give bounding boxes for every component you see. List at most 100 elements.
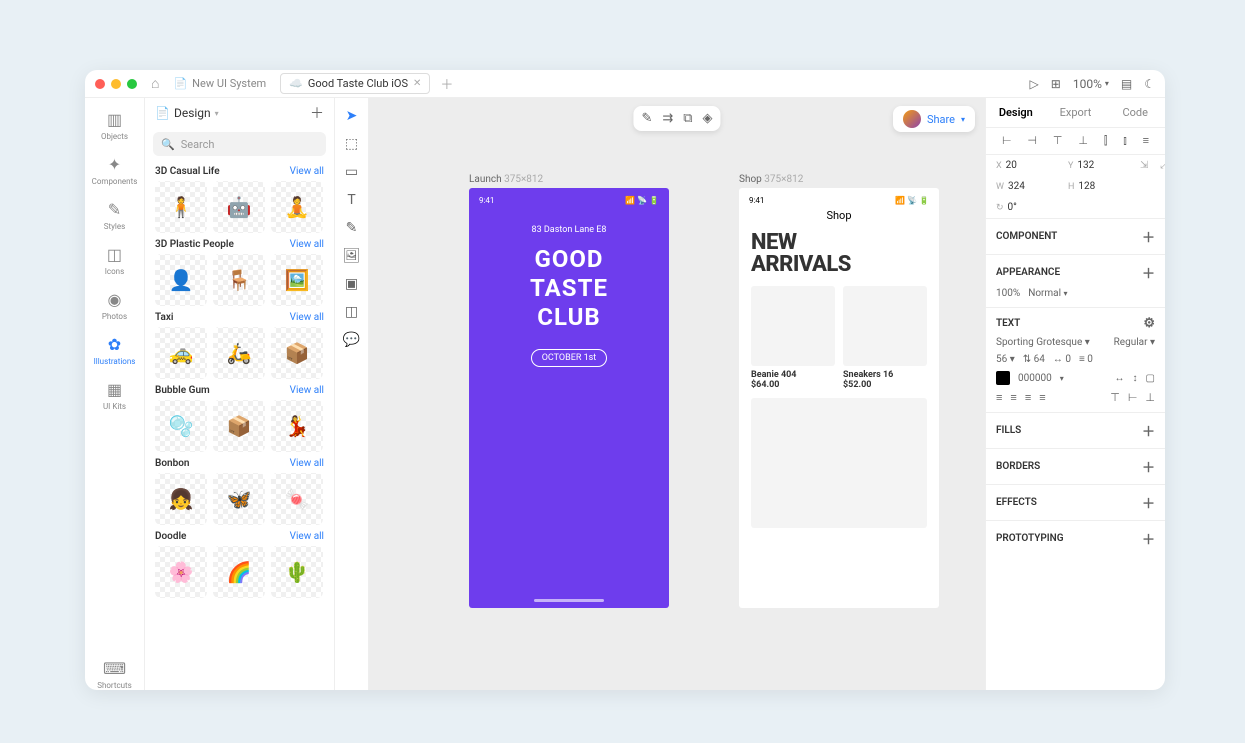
thumbnail[interactable]: 🪑 <box>213 254 265 306</box>
frame-label[interactable]: Launch 375×812 <box>469 174 543 185</box>
search-input[interactable]: 🔍 Search <box>153 132 326 156</box>
comment-tool-icon[interactable]: 💬 <box>343 332 360 348</box>
font-size-field[interactable]: 56 ▾ <box>996 354 1015 365</box>
align-middle-icon[interactable]: ⫿ <box>1104 134 1108 148</box>
fixed-size-icon[interactable]: ▢ <box>1146 373 1155 384</box>
tab-active[interactable]: ☁️ Good Taste Club iOS ✕ <box>280 73 430 94</box>
rail-icons[interactable]: ◫Icons <box>105 245 124 276</box>
resize-icon[interactable]: ⤢ <box>1160 160 1165 171</box>
view-all-link[interactable]: View all <box>290 166 324 177</box>
panel-icon[interactable]: ▤ <box>1121 77 1132 91</box>
thumbnail[interactable]: 📦 <box>213 400 265 452</box>
new-tab-icon[interactable]: ＋ <box>440 74 453 93</box>
thumbnail[interactable]: 📦 <box>271 327 323 379</box>
thumbnail[interactable]: 🌸 <box>155 546 207 598</box>
rotation-field[interactable]: ↻0° <box>996 202 1056 213</box>
tab-inactive[interactable]: 📄 New UI System <box>165 74 274 93</box>
y-field[interactable]: Y132 <box>1068 160 1128 171</box>
minimize-window[interactable] <box>111 79 121 89</box>
rail-styles[interactable]: ✎Styles <box>104 200 125 231</box>
dark-mode-icon[interactable]: ☾ <box>1144 77 1155 91</box>
distribute-icon[interactable]: ≡ <box>1143 134 1149 148</box>
font-weight[interactable]: Regular ▾ <box>1114 337 1155 348</box>
text-align-right-icon[interactable]: ≡ <box>1025 391 1031 404</box>
artboard-launch[interactable]: 9:41📶 📡 🔋 83 Daston Lane E8 GOODTASTECLU… <box>469 188 669 608</box>
zoom-control[interactable]: 100% ▾ <box>1073 77 1109 91</box>
add-fill-icon[interactable]: ＋ <box>1142 421 1155 440</box>
thumbnail[interactable]: 🛵 <box>213 327 265 379</box>
thumbnail[interactable]: 🌵 <box>271 546 323 598</box>
rect-tool-icon[interactable]: ▭ <box>345 164 358 180</box>
share-button[interactable]: Share▾ <box>893 106 975 132</box>
paragraph-spacing-field[interactable]: ≡ 0 <box>1079 354 1093 365</box>
grid-icon[interactable]: ⊞ <box>1051 77 1061 91</box>
thumbnail[interactable]: 👧 <box>155 473 207 525</box>
thumbnail[interactable]: 🌈 <box>213 546 265 598</box>
canvas[interactable]: ✎ ⇉ ⧉ ◈ Share▾ Launch 375×812 9:41📶 📡 🔋 … <box>369 98 985 690</box>
add-effect-icon[interactable]: ＋ <box>1142 493 1155 512</box>
view-all-link[interactable]: View all <box>290 385 324 396</box>
line-height-field[interactable]: ⇅ 64 <box>1023 354 1045 365</box>
boolean-tool-icon[interactable]: ◫ <box>345 304 358 320</box>
auto-width-icon[interactable]: ↔ <box>1115 373 1125 384</box>
mask-icon[interactable]: ◈ <box>703 111 713 126</box>
image-tool-icon[interactable]: 🖼 <box>343 248 361 264</box>
rail-components[interactable]: ✦Components <box>92 155 138 186</box>
frame-label[interactable]: Shop 375×812 <box>739 174 803 185</box>
view-all-link[interactable]: View all <box>290 312 324 323</box>
add-prototype-icon[interactable]: ＋ <box>1142 529 1155 548</box>
text-settings-icon[interactable]: ⚙ <box>1143 316 1155 331</box>
text-align-left-icon[interactable]: ≡ <box>996 391 1002 404</box>
align-left-icon[interactable]: ⊢ <box>1002 134 1012 148</box>
add-page-icon[interactable]: ＋ <box>310 103 324 123</box>
h-field[interactable]: H128 <box>1068 181 1128 192</box>
text-align-center-icon[interactable]: ≡ <box>1010 391 1016 404</box>
thumbnail[interactable]: 🧍 <box>155 181 207 233</box>
align-icon[interactable]: ⇉ <box>662 111 673 126</box>
thumbnail[interactable]: 💃 <box>271 400 323 452</box>
valign-bottom-icon[interactable]: ⊥ <box>1145 391 1155 404</box>
color-value[interactable]: 000000 <box>1018 373 1052 384</box>
frame-tool-icon[interactable]: ⬚ <box>345 136 358 152</box>
thumbnail[interactable]: 👤 <box>155 254 207 306</box>
color-swatch[interactable] <box>996 371 1010 385</box>
valign-middle-icon[interactable]: ⊢ <box>1128 391 1138 404</box>
play-icon[interactable]: ▷ <box>1030 77 1039 91</box>
rail-illustrations[interactable]: ✿Illustrations <box>94 335 136 366</box>
font-family[interactable]: Sporting Grotesque ▾ <box>996 337 1090 348</box>
align-top-icon[interactable]: ⊥ <box>1078 134 1088 148</box>
thumbnail[interactable]: 🦋 <box>213 473 265 525</box>
add-component-icon[interactable]: ＋ <box>1142 227 1155 246</box>
add-border-icon[interactable]: ＋ <box>1142 457 1155 476</box>
page-selector[interactable]: 📄 Design ▾ <box>155 106 219 120</box>
letter-spacing-field[interactable]: ↔ 0 <box>1053 354 1071 365</box>
align-center-icon[interactable]: ⊣ <box>1027 134 1037 148</box>
x-field[interactable]: X20 <box>996 160 1056 171</box>
text-tool-icon[interactable]: T <box>347 192 355 208</box>
close-window[interactable] <box>95 79 105 89</box>
thumbnail[interactable]: 🍬 <box>271 473 323 525</box>
constraints-icon[interactable]: ⇲ <box>1140 160 1148 171</box>
tab-design[interactable]: Design <box>986 98 1046 127</box>
close-tab-icon[interactable]: ✕ <box>413 78 421 89</box>
align-right-icon[interactable]: ⊤ <box>1053 134 1063 148</box>
tab-code[interactable]: Code <box>1105 98 1165 127</box>
component-tool-icon[interactable]: ▣ <box>345 276 358 292</box>
crop-icon[interactable]: ⧉ <box>683 111 692 126</box>
text-align-justify-icon[interactable]: ≡ <box>1039 391 1045 404</box>
w-field[interactable]: W324 <box>996 181 1056 192</box>
rail-objects[interactable]: ▥Objects <box>101 110 128 141</box>
move-tool-icon[interactable]: ➤ <box>346 108 358 124</box>
rail-uikits[interactable]: ▦UI Kits <box>103 380 126 411</box>
thumbnail[interactable]: 🤖 <box>213 181 265 233</box>
view-all-link[interactable]: View all <box>290 239 324 250</box>
maximize-window[interactable] <box>127 79 137 89</box>
opacity-field[interactable]: 100% <box>996 288 1020 299</box>
add-appearance-icon[interactable]: ＋ <box>1142 263 1155 282</box>
blend-mode[interactable]: Normal ▾ <box>1028 288 1067 299</box>
artboard-shop[interactable]: 9:41📶 📡 🔋 Shop NEWARRIVALS Beanie 404$64… <box>739 188 939 608</box>
thumbnail[interactable]: 🚕 <box>155 327 207 379</box>
edit-icon[interactable]: ✎ <box>641 111 652 126</box>
thumbnail[interactable]: 🧘 <box>271 181 323 233</box>
pen-tool-icon[interactable]: ✎ <box>346 220 358 236</box>
